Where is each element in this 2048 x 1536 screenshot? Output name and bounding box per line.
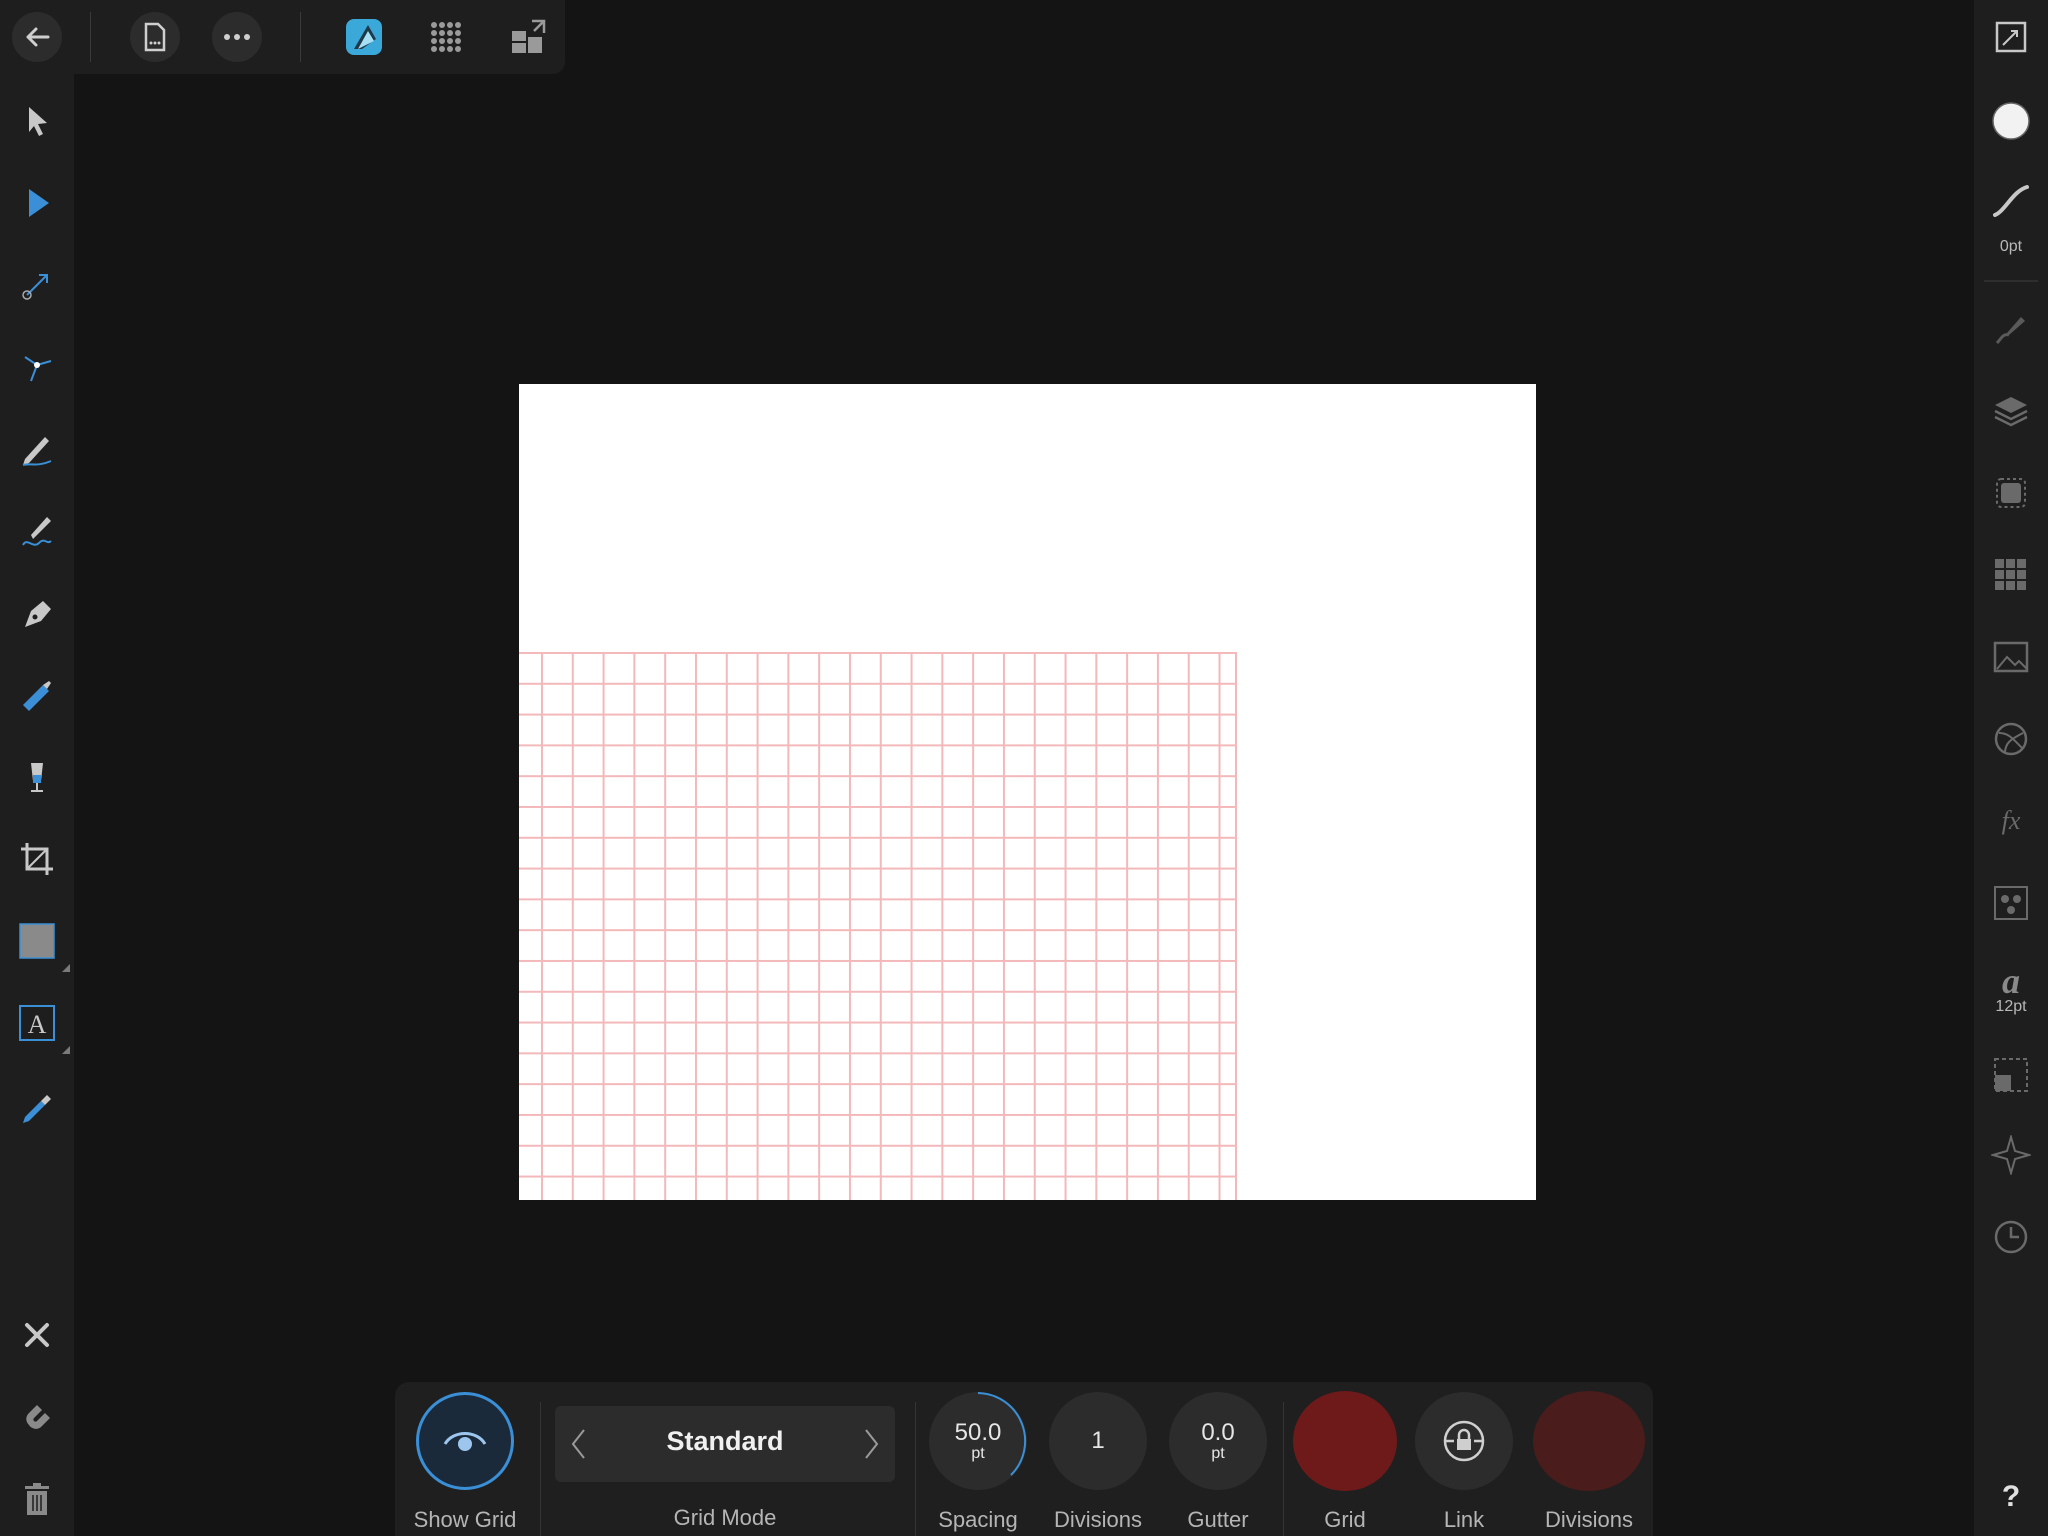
snapping-magnet-icon[interactable]: [12, 1392, 62, 1442]
svg-text:a: a: [2002, 961, 2020, 1001]
vector-brush-icon[interactable]: [12, 506, 62, 556]
grid-mode-next-button[interactable]: [857, 1426, 887, 1462]
document-icon[interactable]: [130, 12, 180, 62]
back-arrow-icon[interactable]: [12, 12, 62, 62]
move-tool-icon[interactable]: [12, 96, 62, 146]
grid-color-label: Grid: [1324, 1507, 1366, 1532]
toolbar-divider: [90, 12, 91, 62]
tool-flyout-indicator: [62, 964, 70, 972]
rectangle-tool-icon[interactable]: [12, 916, 70, 972]
transform-icon[interactable]: [1986, 1050, 2036, 1100]
link-lock-icon: [1443, 1420, 1485, 1462]
tool-flyout-indicator: [62, 1046, 70, 1054]
history-icon[interactable]: [1986, 1212, 2036, 1262]
panel-divider: [1283, 1402, 1284, 1536]
transparency-tool-icon[interactable]: [12, 752, 62, 802]
delete-icon[interactable]: [12, 1474, 62, 1524]
panel-divider: [915, 1402, 916, 1536]
pen-tool-icon[interactable]: [12, 588, 62, 638]
contour-tool-icon[interactable]: [12, 260, 62, 310]
show-grid-toggle[interactable]: [416, 1392, 514, 1490]
font-size-label: 12pt: [1995, 998, 2027, 1015]
color-picker-icon[interactable]: [12, 1080, 62, 1130]
svg-text:fx: fx: [2002, 806, 2021, 835]
chevron-right-icon: [865, 1429, 879, 1459]
fill-tool-icon[interactable]: [12, 670, 62, 720]
grid-color-swatch[interactable]: [1293, 1391, 1397, 1491]
grid-context-toolbar: Show Grid Standard Grid Mode 50.0 pt Spa…: [395, 1382, 1653, 1536]
export-persona-icon[interactable]: [503, 12, 553, 62]
grid-mode-label: Grid Mode: [673, 1505, 777, 1530]
gutter-label: Gutter: [1187, 1507, 1249, 1532]
stroke-width-label: 0pt: [1999, 238, 2023, 255]
grid-mode-selector[interactable]: Standard: [555, 1406, 895, 1482]
fx-icon[interactable]: fx: [1986, 796, 2036, 846]
color-icon[interactable]: [1986, 96, 2036, 146]
designer-persona-icon[interactable]: [339, 12, 389, 62]
gutter-dial[interactable]: 0.0 pt: [1169, 1392, 1267, 1490]
help-button[interactable]: ?: [1974, 1480, 2048, 1514]
divisions-dial[interactable]: 1: [1049, 1392, 1147, 1490]
studio-panel: 0pt fx a 12pt ?: [1974, 0, 2048, 1536]
divisions-color-swatch[interactable]: [1533, 1391, 1645, 1491]
eye-icon: [443, 1432, 487, 1451]
node-tool-icon[interactable]: [12, 178, 62, 228]
show-grid-label: Show Grid: [413, 1507, 517, 1532]
studio-divider: [1984, 280, 2038, 282]
brushes-icon[interactable]: [1986, 304, 2036, 354]
crop-tool-icon[interactable]: [12, 834, 62, 884]
link-toggle[interactable]: [1415, 1392, 1513, 1490]
artistic-text-icon[interactable]: A: [12, 998, 70, 1054]
pencil-tool-icon[interactable]: [12, 424, 62, 474]
image-icon[interactable]: [1986, 632, 2036, 682]
spacing-arc: [977, 1392, 1027, 1476]
panel-divider: [540, 1402, 541, 1536]
divisions-value: 1: [1091, 1427, 1105, 1454]
effects-icon[interactable]: [1986, 714, 2036, 764]
swatches-icon[interactable]: [1986, 550, 2036, 600]
svg-text:A: A: [28, 1010, 47, 1039]
fullscreen-icon[interactable]: [1986, 12, 2036, 62]
appearance-icon[interactable]: [1986, 468, 2036, 518]
close-icon[interactable]: [12, 1310, 62, 1360]
gutter-value: 0.0: [1201, 1419, 1235, 1446]
toolbar-divider: [300, 12, 301, 62]
pixel-persona-icon[interactable]: [421, 12, 471, 62]
layers-icon[interactable]: [1986, 386, 2036, 436]
spacing-dial[interactable]: 50.0 pt: [929, 1392, 1027, 1490]
link-label: Link: [1443, 1507, 1485, 1532]
grid-overlay: [519, 652, 1237, 1200]
spacing-label: Spacing: [938, 1507, 1018, 1532]
styles-icon[interactable]: [1986, 878, 2036, 928]
gutter-unit: pt: [1211, 1445, 1225, 1462]
navigator-icon[interactable]: [1986, 1130, 2036, 1180]
divisions-label: Divisions: [1053, 1507, 1143, 1532]
stroke-icon[interactable]: [1986, 176, 2036, 226]
tools-panel: A: [0, 74, 74, 1536]
more-icon[interactable]: [212, 12, 262, 62]
corner-tool-icon[interactable]: [12, 342, 62, 392]
divisions-color-label: Divisions: [1544, 1507, 1634, 1532]
grid-mode-value: Standard: [666, 1426, 784, 1456]
document-canvas[interactable]: [519, 384, 1536, 1200]
top-toolbar: [0, 0, 565, 74]
